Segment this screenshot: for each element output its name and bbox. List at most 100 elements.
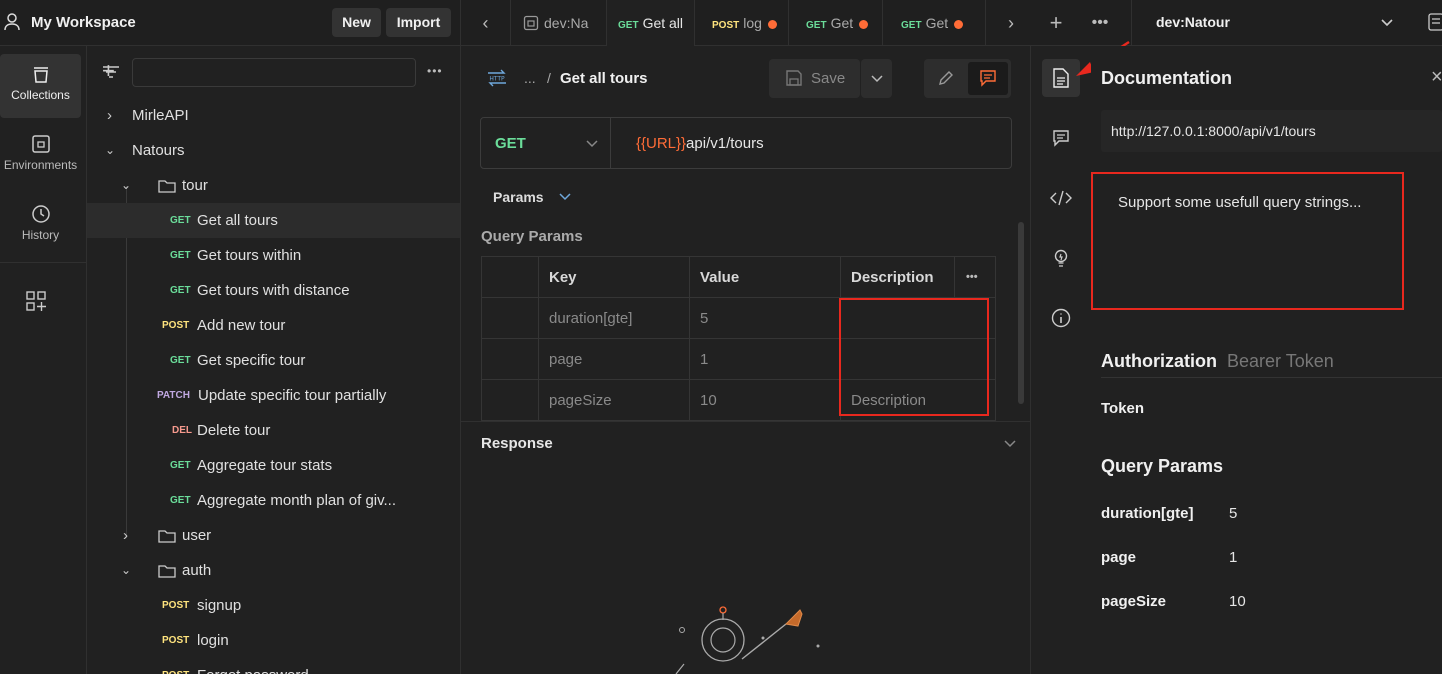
environment-quick-look-icon[interactable] [1428, 13, 1442, 31]
folder-tour[interactable]: ⌄ tour [87, 168, 460, 203]
params-scrollbar[interactable] [1018, 222, 1024, 404]
request-item[interactable]: DEL Delete tour [87, 413, 460, 448]
save-button[interactable]: Save [769, 59, 860, 98]
sidebar-more-icon[interactable]: ••• [427, 64, 443, 78]
save-options-button[interactable] [861, 59, 892, 98]
param-value[interactable]: 1 [689, 338, 841, 380]
nav-environments[interactable]: Environments [0, 124, 81, 188]
method-value: GET [495, 135, 526, 152]
row-checkbox[interactable] [481, 379, 539, 421]
tab-post-log[interactable]: POST log [695, 0, 789, 46]
right-context-rail [1031, 46, 1091, 674]
request-method: POST [162, 320, 190, 331]
add-workbench-icon[interactable] [25, 290, 47, 312]
request-item[interactable]: GET Aggregate tour stats [87, 448, 460, 483]
import-button[interactable]: Import [386, 8, 451, 37]
chevron-down-icon [559, 193, 572, 201]
param-value[interactable]: 5 [689, 297, 841, 339]
request-item[interactable]: GET Aggregate month plan of giv... [87, 483, 460, 518]
request-title[interactable]: Get all tours [560, 70, 648, 87]
tabs-scroll-left-icon[interactable]: ‹ [461, 0, 511, 46]
new-button[interactable]: New [332, 8, 381, 37]
workspace-title[interactable]: My Workspace [31, 14, 136, 31]
unsaved-dot-icon [859, 19, 869, 29]
folder-user[interactable]: › user [87, 518, 460, 553]
breadcrumb-dots[interactable]: ... [524, 70, 536, 86]
docs-param-value: 5 [1229, 505, 1238, 522]
chevron-right-icon: › [107, 107, 112, 124]
docs-url-box[interactable]: http://127.0.0.1:8000/api/v1/tours [1101, 110, 1442, 152]
column-header-description: Description [840, 256, 955, 298]
row-checkbox[interactable] [481, 338, 539, 380]
documentation-panel: Documentation × http://127.0.0.1:8000/ap… [1091, 46, 1442, 674]
comments-toggle-button[interactable] [968, 62, 1008, 95]
request-label: Get all tours [197, 212, 278, 229]
column-header-key: Key [538, 256, 690, 298]
request-item[interactable]: GET Get tours with distance [87, 273, 460, 308]
params-tab-label: Params [493, 189, 544, 205]
docs-description[interactable]: Support some usefull query strings... [1118, 194, 1361, 211]
request-item[interactable]: GET Get specific tour [87, 343, 460, 378]
pencil-icon[interactable] [937, 69, 955, 87]
chevron-down-icon [586, 140, 598, 148]
table-more-icon[interactable]: ••• [954, 256, 996, 298]
request-item[interactable]: GET Get all tours [87, 203, 460, 238]
url-input[interactable]: {{URL}}api/v1/tours [636, 135, 764, 152]
request-item[interactable]: POST Add new tour [87, 308, 460, 343]
insights-tab[interactable] [1042, 239, 1080, 277]
tab-environment[interactable]: dev:Na [511, 0, 607, 46]
param-key[interactable]: duration[gte] [538, 297, 690, 339]
nav-collections[interactable]: Collections [0, 54, 81, 118]
tab-get-all-tours[interactable]: GET Get all [607, 0, 695, 47]
request-item[interactable]: POST Forgot password [87, 658, 460, 674]
code-snippet-tab[interactable] [1042, 179, 1080, 217]
request-label: Get tours within [197, 247, 302, 264]
tabs-scroll-right-icon[interactable]: › [986, 0, 1036, 46]
checkbox-column [481, 256, 539, 298]
request-label: Get tours with distance [197, 282, 350, 299]
comments-tab[interactable] [1042, 119, 1080, 157]
response-pane-header[interactable]: Response [461, 421, 1031, 464]
user-icon [4, 13, 20, 31]
collection-mirleapi[interactable]: › MirleAPI [87, 98, 460, 133]
rail-divider [0, 262, 87, 263]
tab-params[interactable]: Params [493, 189, 572, 205]
lightbulb-icon [1054, 249, 1068, 267]
filter-collections-input[interactable] [103, 58, 416, 87]
token-label: Token [1101, 400, 1145, 417]
code-icon [1050, 190, 1072, 206]
row-checkbox[interactable] [481, 297, 539, 339]
collections-icon [33, 67, 48, 83]
comment-icon [980, 70, 996, 87]
folder-icon [158, 180, 176, 193]
request-method: POST [162, 600, 190, 611]
astronaut-illustration-icon [675, 606, 820, 674]
request-label: signup [197, 597, 242, 614]
info-tab[interactable] [1042, 299, 1080, 337]
collection-natours[interactable]: ⌄ Natours [87, 133, 460, 168]
docs-url: http://127.0.0.1:8000/api/v1/tours [1111, 123, 1316, 139]
tab-label: dev:Na [544, 15, 589, 31]
nav-environments-label: Environments [3, 158, 78, 172]
response-label: Response [481, 435, 553, 452]
method-select[interactable]: GET [481, 118, 611, 168]
tab-get-2[interactable]: GET Get [883, 0, 986, 46]
close-icon[interactable]: × [1431, 66, 1442, 89]
request-item[interactable]: PATCH Update specific tour partially [87, 378, 460, 413]
top-bar: My Workspace New Import ‹ dev:Na GET Get … [0, 0, 1442, 47]
request-item[interactable]: POST signup [87, 588, 460, 623]
environments-icon [31, 135, 50, 153]
folder-icon [158, 530, 176, 543]
param-value[interactable]: 10 [689, 379, 841, 421]
info-icon [1051, 308, 1071, 328]
param-key[interactable]: pageSize [538, 379, 690, 421]
request-item[interactable]: GET Get tours within [87, 238, 460, 273]
environment-selector[interactable]: dev:Natour [1131, 0, 1442, 46]
request-item[interactable]: POST login [87, 623, 460, 658]
docs-param-key: duration[gte] [1101, 505, 1194, 522]
chevron-down-icon: ⌄ [121, 563, 132, 577]
folder-auth[interactable]: ⌄ auth [87, 553, 460, 588]
param-key[interactable]: page [538, 338, 690, 380]
nav-history[interactable]: History [0, 194, 81, 258]
tab-get-1[interactable]: GET Get [789, 0, 883, 46]
